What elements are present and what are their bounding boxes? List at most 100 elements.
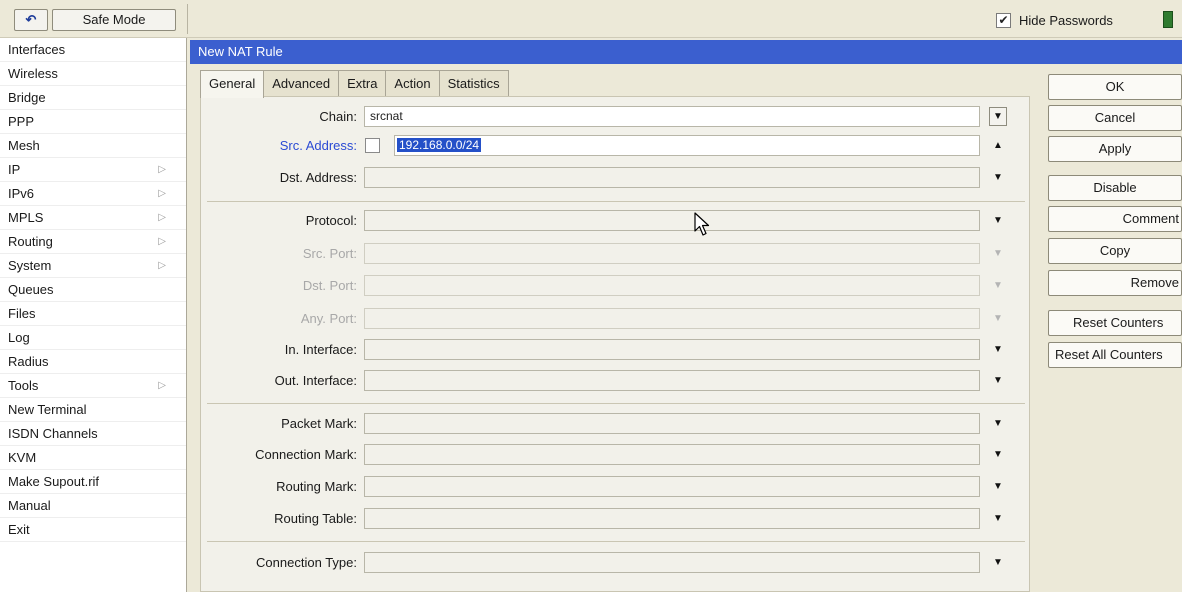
sidebar-item-ip[interactable]: IP ▷ [0,158,186,182]
out-interface-input[interactable] [364,370,980,391]
src-address-negate-checkbox[interactable] [365,138,380,153]
packet-mark-input[interactable] [364,413,980,434]
sidebar-item-interfaces[interactable]: Interfaces [0,38,186,62]
dialog-title-bar[interactable]: New NAT Rule [190,40,1182,64]
out-interface-dropdown-icon[interactable]: ▼ [989,371,1007,390]
tab-advanced[interactable]: Advanced [263,70,340,97]
sidebar-item-routing[interactable]: Routing ▷ [0,230,186,254]
connection-type-label: Connection Type: [256,555,357,570]
sidebar-item-tools[interactable]: Tools ▷ [0,374,186,398]
src-address-label[interactable]: Src. Address: [280,138,357,153]
toolbar-divider [187,4,188,34]
sidebar-item-label: MPLS [8,210,44,225]
src-address-collapse-icon[interactable]: ▲ [989,136,1007,155]
routing-table-dropdown-icon[interactable]: ▼ [989,509,1007,528]
submenu-arrow-icon: ▷ [158,188,166,199]
submenu-arrow-icon: ▷ [158,212,166,223]
sidebar-item-label: Log [8,330,30,345]
disable-button[interactable]: Disable [1048,175,1182,201]
top-toolbar: ↶ Safe Mode ✔ Hide Passwords [0,0,1182,38]
src-address-input[interactable]: 192.168.0.0/24 [394,135,980,156]
protocol-dropdown-icon[interactable]: ▼ [989,211,1007,230]
sidebar-item-queues[interactable]: Queues [0,278,186,302]
dst-address-input[interactable] [364,167,980,188]
sidebar-item-log[interactable]: Log [0,326,186,350]
any-port-label: Any. Port: [300,311,357,326]
chain-label: Chain: [319,109,357,124]
submenu-arrow-icon: ▷ [158,236,166,247]
sidebar-item-label: Bridge [8,90,46,105]
form-row-protocol: Protocol: ▼ [201,209,1031,233]
dialog-tabs: General Advanced Extra Action Statistics [200,70,509,98]
connection-type-dropdown-icon[interactable]: ▼ [989,553,1007,572]
section-divider [207,201,1025,202]
sidebar-item-mesh[interactable]: Mesh [0,134,186,158]
comment-button[interactable]: Comment [1048,206,1182,232]
routing-mark-dropdown-icon[interactable]: ▼ [989,477,1007,496]
connection-type-input[interactable] [364,552,980,573]
sidebar-menu: Interfaces Wireless Bridge PPP Mesh IP ▷ … [0,38,187,592]
sidebar-item-ppp[interactable]: PPP [0,110,186,134]
tab-statistics[interactable]: Statistics [438,70,509,97]
chain-dropdown-icon[interactable]: ▼ [989,107,1007,126]
tab-extra[interactable]: Extra [338,70,387,97]
dst-port-label: Dst. Port: [302,278,357,293]
sidebar-item-label: Tools [8,378,39,393]
form-row-routing-table: Routing Table: ▼ [201,507,1031,531]
in-interface-input[interactable] [364,339,980,360]
hide-passwords-toggle[interactable]: ✔ Hide Passwords [996,11,1113,29]
routing-mark-input[interactable] [364,476,980,497]
any-port-input [364,308,980,329]
dst-address-dropdown-icon[interactable]: ▼ [989,168,1007,187]
form-row-out-interface: Out. Interface: ▼ [201,369,1031,393]
dst-address-label: Dst. Address: [279,170,357,185]
reset-all-counters-button[interactable]: Reset All Counters [1048,342,1182,368]
hide-passwords-label: Hide Passwords [1019,12,1113,28]
hide-passwords-checkbox[interactable]: ✔ [996,12,1011,28]
cancel-button[interactable]: Cancel [1048,105,1182,131]
form-row-chain: Chain: srcnat ▼ [201,105,1031,129]
src-port-input [364,243,980,264]
form-row-connection-mark: Connection Mark: ▼ [201,443,1031,467]
sidebar-item-mpls[interactable]: MPLS ▷ [0,206,186,230]
in-interface-dropdown-icon[interactable]: ▼ [989,340,1007,359]
connection-mark-input[interactable] [364,444,980,465]
sidebar-item-label: KVM [8,450,37,465]
packet-mark-dropdown-icon[interactable]: ▼ [989,414,1007,433]
routing-table-input[interactable] [364,508,980,529]
form-row-any-port: Any. Port: ▼ [201,307,1031,331]
submenu-arrow-icon: ▷ [158,380,166,391]
safe-mode-button[interactable]: Safe Mode [52,9,176,31]
sidebar-item-label: Manual [8,498,51,513]
sidebar-item-ipv6[interactable]: IPv6 ▷ [0,182,186,206]
dst-port-input [364,275,980,296]
sidebar-item-exit[interactable]: Exit [0,518,186,542]
sidebar-item-make-supout[interactable]: Make Supout.rif [0,470,186,494]
dst-port-dropdown-icon: ▼ [993,280,1003,291]
sidebar-item-new-terminal[interactable]: New Terminal [0,398,186,422]
sidebar-item-wireless[interactable]: Wireless [0,62,186,86]
tab-general[interactable]: General [200,70,265,98]
sidebar-item-manual[interactable]: Manual [0,494,186,518]
reset-counters-button[interactable]: Reset Counters [1048,310,1182,336]
apply-button[interactable]: Apply [1048,136,1182,162]
chain-input[interactable]: srcnat [364,106,980,127]
sidebar-item-isdn-channels[interactable]: ISDN Channels [0,422,186,446]
ok-button[interactable]: OK [1048,74,1182,100]
tab-action[interactable]: Action [385,70,440,97]
copy-button[interactable]: Copy [1048,238,1182,264]
sidebar-item-files[interactable]: Files [0,302,186,326]
undo-icon[interactable]: ↶ [14,9,48,31]
src-port-label: Src. Port: [302,246,357,261]
remove-button[interactable]: Remove [1048,270,1182,296]
protocol-input[interactable] [364,210,980,231]
section-divider [207,403,1025,404]
form-row-connection-type: Connection Type: ▼ [201,551,1031,575]
sidebar-item-system[interactable]: System ▷ [0,254,186,278]
connection-mark-dropdown-icon[interactable]: ▼ [989,445,1007,464]
sidebar-item-radius[interactable]: Radius [0,350,186,374]
sidebar-item-bridge[interactable]: Bridge [0,86,186,110]
sidebar-item-kvm[interactable]: KVM [0,446,186,470]
src-address-value: 192.168.0.0/24 [397,138,482,152]
submenu-arrow-icon: ▷ [158,260,166,271]
